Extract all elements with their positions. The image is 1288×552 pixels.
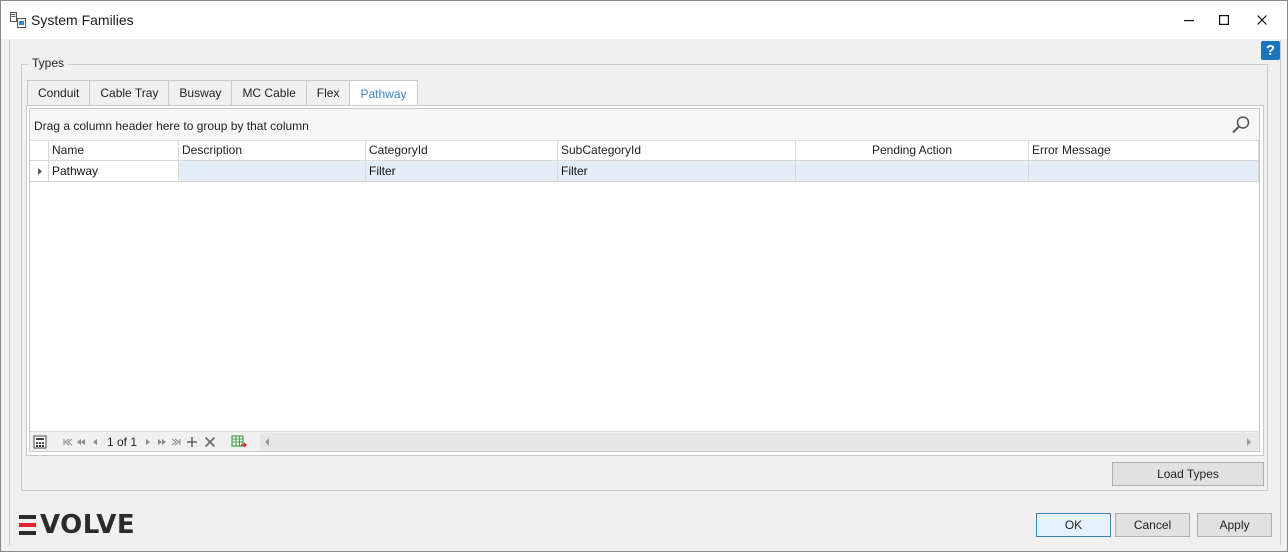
- next-page-icon[interactable]: [157, 435, 167, 449]
- cell-pending-action[interactable]: [796, 161, 1029, 182]
- first-record-icon[interactable]: [63, 435, 73, 449]
- export-grid-icon[interactable]: [231, 435, 247, 449]
- help-icon: ?: [1265, 42, 1276, 59]
- column-header-error-message[interactable]: Error Message: [1029, 141, 1259, 161]
- row-indicator[interactable]: [30, 161, 49, 182]
- delete-record-icon[interactable]: [204, 435, 216, 449]
- current-row-arrow-icon: [38, 168, 42, 175]
- minimize-button[interactable]: [1170, 1, 1208, 39]
- help-button[interactable]: ?: [1261, 41, 1280, 60]
- tab-pathway[interactable]: Pathway: [349, 80, 418, 107]
- tab-busway[interactable]: Busway: [168, 80, 232, 106]
- group-by-panel[interactable]: Drag a column header here to group by th…: [30, 109, 1259, 141]
- calculator-icon[interactable]: [33, 435, 47, 449]
- maximize-icon: [1219, 15, 1229, 25]
- evolve-logo: VOLVE: [18, 510, 135, 540]
- types-group-label: Types: [28, 56, 69, 70]
- tab-mc-cable[interactable]: MC Cable: [231, 80, 306, 106]
- minimize-icon: [1184, 20, 1194, 22]
- add-record-icon[interactable]: [186, 435, 198, 449]
- family-tabs: Conduit Cable Tray Busway MC Cable Flex …: [27, 80, 418, 107]
- window-title: System Families: [31, 12, 134, 28]
- cell-description[interactable]: [179, 161, 366, 182]
- horizontal-scrollbar[interactable]: [260, 433, 1258, 451]
- cell-categoryid[interactable]: Filter: [366, 161, 558, 182]
- cell-error-message[interactable]: [1029, 161, 1259, 182]
- scroll-right-icon[interactable]: [1246, 438, 1252, 446]
- title-bar[interactable]: System Families: [1, 1, 1287, 39]
- column-header-pending-action[interactable]: Pending Action: [796, 141, 1029, 161]
- cancel-button[interactable]: Cancel: [1115, 513, 1190, 537]
- cell-name[interactable]: Pathway: [49, 161, 179, 182]
- evolve-logo-text: VOLVE: [40, 510, 136, 540]
- tab-conduit[interactable]: Conduit: [27, 80, 90, 106]
- column-header-subcategoryid[interactable]: SubCategoryId: [558, 141, 796, 161]
- grid-navigator: 1 of 1: [30, 431, 1259, 451]
- apply-button[interactable]: Apply: [1197, 513, 1272, 537]
- scroll-left-icon[interactable]: [264, 438, 270, 446]
- group-by-hint: Drag a column header here to group by th…: [34, 119, 309, 133]
- close-window-button[interactable]: [1243, 1, 1281, 39]
- system-families-window: System Families ? Types Conduit Cable Tr…: [0, 0, 1288, 552]
- column-header-categoryid[interactable]: CategoryId: [366, 141, 558, 161]
- column-header-name[interactable]: Name: [49, 141, 179, 161]
- record-counter: 1 of 1: [107, 435, 138, 449]
- header-indicator-cell: [30, 141, 49, 161]
- tab-flex[interactable]: Flex: [305, 80, 350, 106]
- close-icon: [1257, 15, 1267, 25]
- ok-button[interactable]: OK: [1036, 513, 1111, 537]
- types-grid: Drag a column header here to group by th…: [29, 108, 1260, 452]
- next-record-icon[interactable]: [144, 435, 152, 449]
- previous-record-icon[interactable]: [91, 435, 99, 449]
- tab-cable-tray[interactable]: Cable Tray: [89, 80, 169, 106]
- previous-page-icon[interactable]: [76, 435, 86, 449]
- load-types-button[interactable]: Load Types: [1112, 462, 1264, 486]
- evolve-e-mark-icon: [19, 515, 36, 535]
- column-header-description[interactable]: Description: [179, 141, 366, 161]
- cell-subcategoryid[interactable]: Filter: [558, 161, 796, 182]
- search-icon[interactable]: [1231, 115, 1251, 135]
- system-families-icon: [10, 12, 26, 28]
- last-record-icon[interactable]: [171, 435, 181, 449]
- maximize-button[interactable]: [1205, 1, 1243, 39]
